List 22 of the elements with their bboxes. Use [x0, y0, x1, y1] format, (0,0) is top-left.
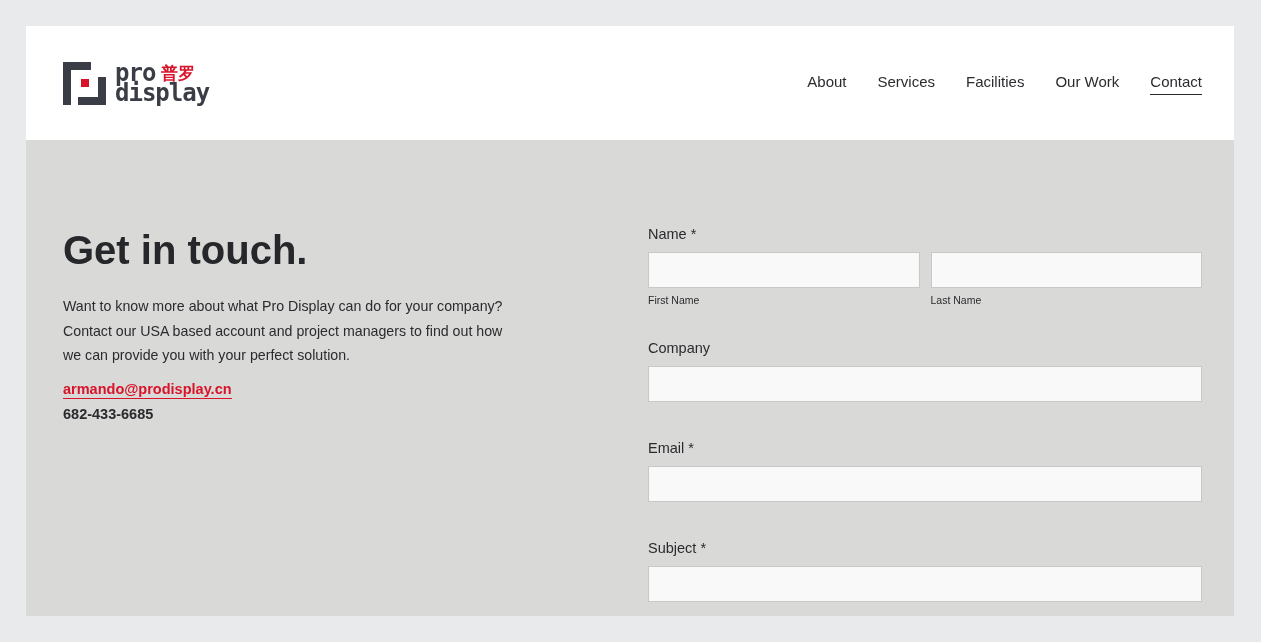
logo-mark-icon [63, 61, 106, 105]
nav-link[interactable]: Contact [1150, 73, 1202, 95]
input-field[interactable] [648, 366, 1202, 402]
phone-number: 682-433-6685 [63, 404, 155, 423]
intro-paragraph: Want to know more about what Pro Display can do for your company? Contact our USA based account and project managers to find out how we can provide you with your perfect solution. [63, 297, 504, 365]
input-field[interactable] [648, 466, 1202, 502]
field-label: Subject * [648, 540, 708, 557]
nav-link[interactable]: Facilities [966, 73, 1025, 95]
field-label: Email * [648, 440, 695, 457]
logo-chinese-text: 普罗 [161, 63, 196, 83]
field-label: Name * [648, 226, 698, 243]
input-field[interactable] [648, 252, 920, 288]
nav-link[interactable]: Our Work [1055, 73, 1120, 95]
nav-link[interactable]: Services [877, 73, 936, 95]
field-label: Company [648, 340, 712, 357]
input-field[interactable] [930, 252, 1202, 288]
field-sublabel: Last Name [930, 294, 982, 306]
nav-link[interactable]: About [807, 73, 847, 95]
input-field[interactable] [648, 566, 1202, 602]
page-heading: Get in touch. [63, 227, 309, 274]
field-sublabel: First Name [648, 294, 700, 306]
email-link[interactable]: armando@prodisplay.cn [63, 379, 232, 399]
